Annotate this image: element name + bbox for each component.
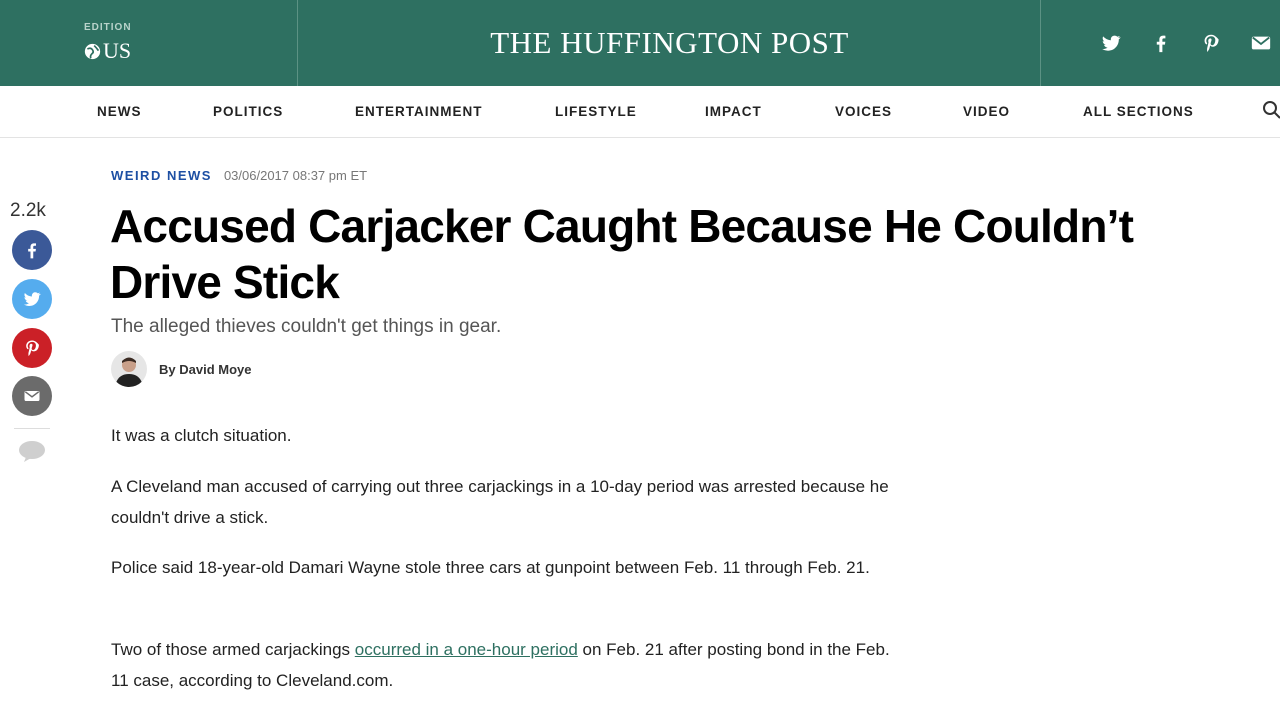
email-icon[interactable] bbox=[1249, 31, 1273, 55]
article-headline: Accused Carjacker Caught Because He Coul… bbox=[110, 200, 1134, 308]
share-twitter-button[interactable] bbox=[12, 279, 52, 319]
nav-item-video[interactable]: VIDEO bbox=[963, 104, 1010, 119]
article-kicker: WEIRD NEWS 03/06/2017 08:37 pm ET bbox=[111, 168, 367, 183]
article-paragraph: A Cleveland man accused of carrying out … bbox=[111, 477, 889, 527]
article-paragraph: Police said 18-year-old Damari Wayne sto… bbox=[111, 558, 870, 577]
article-timestamp: 03/06/2017 08:37 pm ET bbox=[223, 168, 368, 183]
article-paragraph: It was a clutch situation. bbox=[111, 426, 292, 445]
site-logo[interactable]: THE HUFFINGTON POST bbox=[299, 0, 1040, 86]
nav-item-lifestyle[interactable]: LIFESTYLE bbox=[555, 104, 637, 119]
inline-article-link[interactable]: occurred in a one-hour period bbox=[355, 640, 578, 659]
paragraph-text-before-link: Two of those armed carjackings bbox=[111, 640, 355, 659]
email-icon bbox=[24, 391, 40, 401]
nav-item-politics[interactable]: POLITICS bbox=[213, 104, 283, 119]
article-paragraph: Two of those armed carjackings occurred … bbox=[111, 634, 891, 696]
edition-label: EDITION bbox=[84, 22, 132, 33]
edition-selector[interactable]: EDITION US bbox=[0, 0, 298, 86]
facebook-icon[interactable] bbox=[1149, 31, 1173, 55]
article-dek: The alleged thieves couldn't get things … bbox=[111, 316, 502, 337]
share-divider bbox=[14, 428, 50, 429]
share-facebook-button[interactable] bbox=[12, 230, 52, 270]
site-header: EDITION US THE HUFFINGTON POST bbox=[0, 0, 1280, 86]
facebook-icon bbox=[28, 243, 36, 259]
edition-name: US bbox=[103, 38, 132, 63]
twitter-icon bbox=[24, 292, 41, 306]
twitter-icon[interactable] bbox=[1099, 31, 1123, 55]
share-email-button[interactable] bbox=[12, 376, 52, 416]
edition-value-container[interactable]: US bbox=[84, 38, 131, 64]
globe-icon bbox=[84, 43, 101, 59]
byline-author[interactable]: By David Moye bbox=[159, 362, 251, 377]
nav-item-voices[interactable]: VOICES bbox=[835, 104, 892, 119]
nav-item-news[interactable]: NEWS bbox=[97, 104, 142, 119]
comment-icon[interactable] bbox=[18, 440, 46, 462]
section-tag-link[interactable]: WEIRD NEWS bbox=[111, 168, 212, 183]
pinterest-icon bbox=[26, 340, 39, 356]
byline[interactable]: By David Moye bbox=[111, 351, 251, 387]
share-count: 2.2k bbox=[10, 200, 46, 221]
nav-item-impact[interactable]: IMPACT bbox=[705, 104, 762, 119]
main-nav: NEWS POLITICS ENTERTAINMENT LIFESTYLE IM… bbox=[0, 86, 1280, 138]
nav-item-entertainment[interactable]: ENTERTAINMENT bbox=[355, 104, 483, 119]
search-icon[interactable] bbox=[1262, 100, 1280, 120]
share-pinterest-button[interactable] bbox=[12, 328, 52, 368]
author-avatar[interactable] bbox=[111, 351, 147, 387]
pinterest-icon[interactable] bbox=[1199, 31, 1223, 55]
header-social-links bbox=[1040, 0, 1280, 86]
nav-item-all-sections[interactable]: ALL SECTIONS bbox=[1083, 104, 1194, 119]
